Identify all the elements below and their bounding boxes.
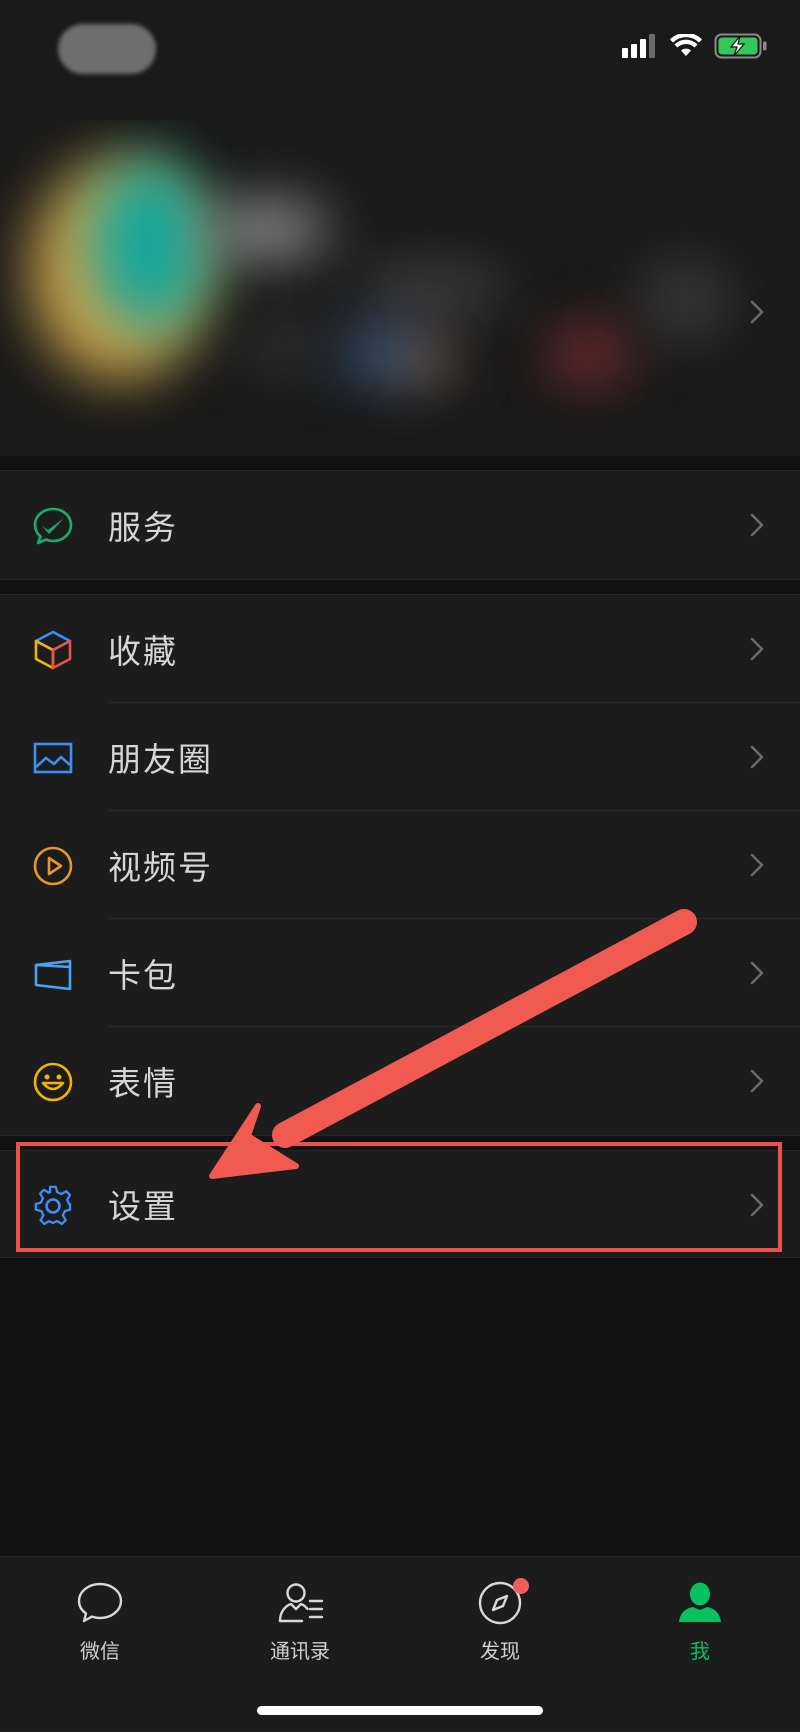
chevron-right-icon: [750, 1069, 764, 1093]
menu-label: 卡包: [108, 956, 178, 995]
chevron-right-icon: [750, 1193, 764, 1217]
favorites-cube-icon: [34, 630, 72, 670]
menu-label: 表情: [108, 1064, 178, 1103]
menu-group-settings: 设置: [0, 1150, 800, 1258]
menu-item-card-wallet[interactable]: 卡包: [0, 919, 800, 1027]
settings-gear-icon: [34, 1185, 72, 1226]
menu-group-main: 收藏 朋友圈 视频号 卡包 表情: [0, 594, 800, 1136]
menu-item-favorites[interactable]: 收藏: [0, 595, 800, 703]
menu-label: 朋友圈: [108, 740, 213, 779]
moments-image-icon: [33, 742, 73, 774]
tab-label: 发现: [480, 1639, 520, 1663]
menu-item-moments[interactable]: 朋友圈: [0, 703, 800, 811]
menu-label: 设置: [108, 1187, 178, 1226]
channels-play-icon: [33, 846, 73, 886]
tab-discover[interactable]: 发现: [400, 1578, 600, 1679]
menu-item-channels[interactable]: 视频号: [0, 811, 800, 919]
signal-icon: [622, 34, 655, 58]
profile-header: [0, 0, 800, 456]
chat-bubble-icon: [77, 1582, 123, 1623]
me-person-icon: [679, 1582, 721, 1622]
sticker-smile-icon: [33, 1062, 73, 1102]
menu-label: 视频号: [108, 848, 213, 887]
status-time-blurred: [58, 24, 156, 74]
wifi-icon: [670, 34, 702, 56]
status-bar-icons: [622, 30, 768, 62]
tab-label: 微信: [80, 1639, 120, 1663]
profile-chevron-icon: [750, 300, 764, 324]
menu-item-stickers[interactable]: 表情: [0, 1027, 800, 1135]
chevron-right-icon: [750, 745, 764, 769]
tab-label: 我: [690, 1639, 710, 1663]
badge-dot: [513, 1578, 529, 1594]
home-indicator: [257, 1706, 543, 1715]
chevron-right-icon: [750, 637, 764, 661]
chevron-right-icon: [750, 961, 764, 985]
menu-label: 服务: [108, 508, 178, 547]
contacts-icon: [278, 1583, 324, 1623]
chevron-right-icon: [750, 513, 764, 537]
tab-label: 通讯录: [270, 1639, 330, 1663]
battery-charging-icon: [714, 33, 767, 59]
menu-item-settings[interactable]: 设置: [0, 1151, 800, 1257]
tab-contacts[interactable]: 通讯录: [200, 1579, 400, 1679]
menu-group-services: 服务: [0, 470, 800, 580]
service-icon: [33, 507, 73, 545]
profile-info-blurred[interactable]: [0, 120, 800, 440]
tab-chats[interactable]: 微信: [0, 1579, 200, 1679]
tab-me[interactable]: 我: [600, 1579, 800, 1679]
menu-label: 收藏: [108, 632, 178, 671]
chevron-right-icon: [750, 853, 764, 877]
card-wallet-icon: [34, 959, 72, 991]
menu-item-services[interactable]: 服务: [0, 471, 800, 579]
